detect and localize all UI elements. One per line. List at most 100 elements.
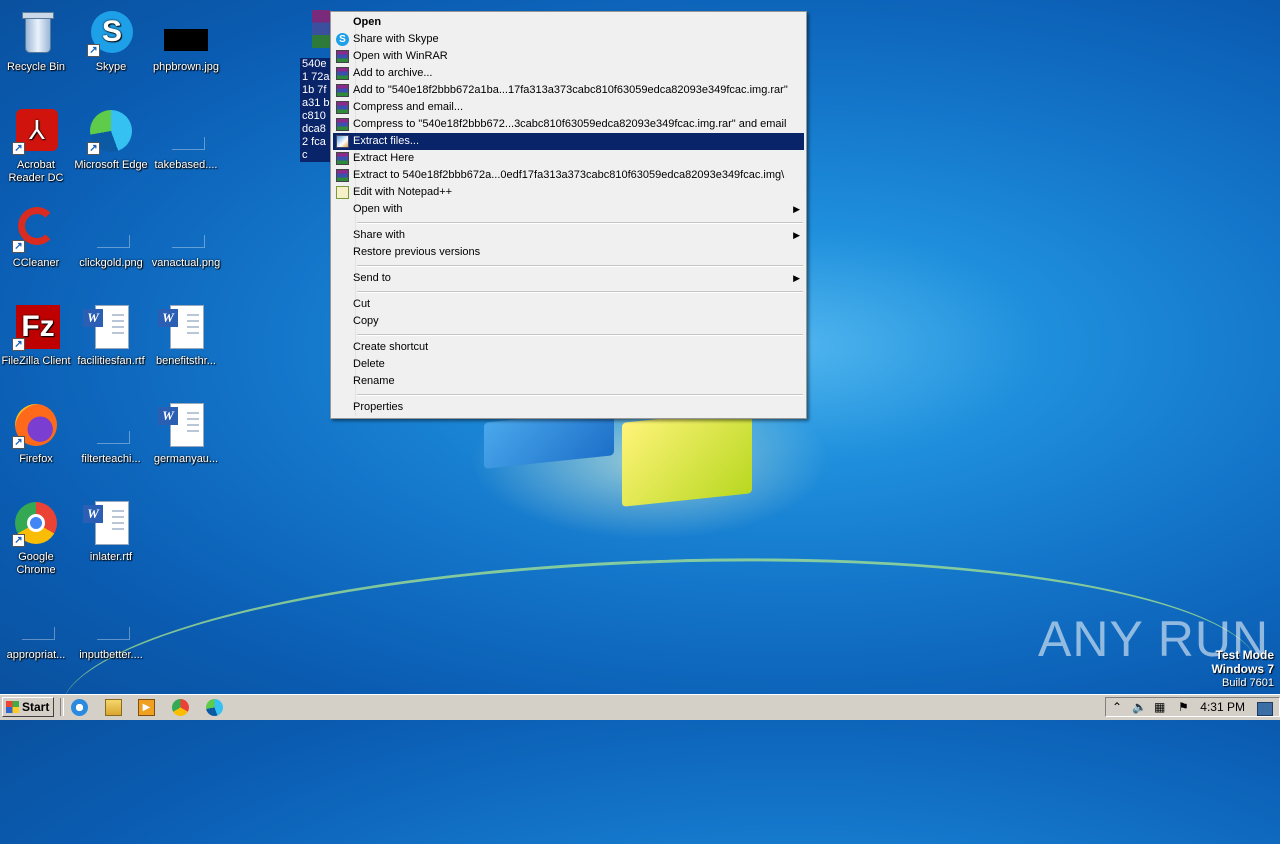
winrar-extract-icon	[336, 135, 349, 148]
desktop-icon-label: phpbrown.jpg	[152, 61, 220, 73]
notepadpp-icon	[336, 186, 349, 199]
selected-rar-file[interactable]: 540e1 72a1b 7fa31 bc810 dca82 fcac	[300, 10, 334, 162]
desktop-icon-acrobat[interactable]: ⅄ ↗ Acrobat Reader DC	[0, 100, 75, 190]
desktop-icon-label: Microsoft Edge	[74, 159, 148, 171]
desktop-icon-file[interactable]: vanactual.png	[147, 198, 225, 288]
action-center-flag-icon[interactable]: ⚑	[1178, 700, 1189, 714]
edge-icon[interactable]	[206, 699, 223, 716]
menu-item-share-with-skype[interactable]: S Share with Skype	[333, 31, 804, 48]
word-document-icon: W	[83, 499, 135, 547]
menu-item-compress-to-and-email[interactable]: Compress to "540e18f2bbb672...3cabc810f6…	[333, 116, 804, 133]
desktop-icon-skype[interactable]: S ↗ Skype	[72, 2, 150, 92]
desktop-icon-file[interactable]: filterteachi...	[72, 394, 150, 484]
chrome-icon: ↗	[12, 499, 60, 547]
desktop-icon-firefox[interactable]: ↗ Firefox	[0, 394, 75, 484]
test-mode-notice: Test Mode Windows 7 Build 7601	[1211, 648, 1274, 690]
menu-item-open[interactable]: Open	[333, 14, 804, 31]
desktop-icon-file[interactable]: inputbetter....	[72, 590, 150, 680]
shortcut-arrow-icon: ↗	[12, 240, 25, 253]
menu-item-label: Open	[353, 16, 382, 28]
desktop-icon-label: CCleaner	[12, 257, 60, 269]
build-line: Build 7601	[1222, 677, 1274, 689]
desktop-icon-filezilla[interactable]: Fz ↗ FileZilla Client	[0, 296, 75, 386]
menu-separator	[357, 265, 803, 267]
submenu-arrow-icon: ▶	[793, 230, 800, 240]
menu-item-extract-here[interactable]: Extract Here	[333, 150, 804, 167]
menu-item-create-shortcut[interactable]: Create shortcut	[333, 339, 804, 356]
menu-item-label: Open with	[353, 203, 403, 215]
menu-item-extract-files[interactable]: Extract files...	[333, 133, 804, 150]
image-thumbnail-icon	[162, 9, 210, 57]
clock[interactable]: 4:31 PM	[1200, 700, 1245, 714]
file-explorer-icon[interactable]	[105, 699, 122, 716]
desktop-icon-rtf[interactable]: W inlater.rtf	[72, 492, 150, 582]
desktop-icon-rtf[interactable]: W germanyau...	[147, 394, 225, 484]
desktop-icon-label: inputbetter....	[79, 649, 143, 661]
chrome-icon[interactable]	[172, 699, 189, 716]
menu-item-edit-with-notepadpp[interactable]: Edit with Notepad++	[333, 184, 804, 201]
quick-launch-divider	[60, 698, 64, 716]
menu-item-restore-previous-versions[interactable]: Restore previous versions	[333, 244, 804, 261]
menu-item-send-to[interactable]: Send to ▶	[333, 270, 804, 287]
menu-item-copy[interactable]: Copy	[333, 313, 804, 330]
menu-item-label: Compress and email...	[353, 101, 464, 113]
desktop-icon-label: clickgold.png	[79, 257, 143, 269]
word-document-icon: W	[158, 303, 210, 351]
recycle-bin-icon	[12, 9, 60, 57]
skype-icon: S ↗	[87, 9, 135, 57]
winrar-icon	[336, 169, 349, 182]
desktop-icon-chrome[interactable]: ↗ Google Chrome	[0, 492, 75, 582]
menu-item-label: Compress to "540e18f2bbb672...3cabc810f6…	[353, 118, 787, 130]
menu-item-share-with[interactable]: Share with ▶	[333, 227, 804, 244]
os-name-line: Windows 7	[1211, 662, 1274, 676]
menu-item-rename[interactable]: Rename	[333, 373, 804, 390]
menu-item-label: Add to "540e18f2bbb672a1ba...17fa313a373…	[353, 84, 788, 96]
desktop-icon-jpg[interactable]: phpbrown.jpg	[147, 2, 225, 92]
menu-item-open-with-winrar[interactable]: Open with WinRAR	[333, 48, 804, 65]
menu-item-compress-and-email[interactable]: Compress and email...	[333, 99, 804, 116]
shortcut-arrow-icon: ↗	[87, 142, 100, 155]
volume-icon[interactable]: 🔈	[1132, 700, 1147, 714]
internet-explorer-icon[interactable]	[71, 699, 88, 716]
desktop-icon-rtf[interactable]: W benefitsthr...	[147, 296, 225, 386]
firefox-icon: ↗	[12, 401, 60, 449]
submenu-arrow-icon: ▶	[793, 273, 800, 283]
desktop-icon-file[interactable]: clickgold.png	[72, 198, 150, 288]
desktop-icon-label: Skype	[95, 61, 127, 73]
show-desktop-icon[interactable]	[1257, 702, 1273, 716]
start-button[interactable]: Start	[2, 697, 54, 717]
show-hidden-icons-icon[interactable]: ⌃	[1112, 700, 1122, 714]
desktop-icon-edge[interactable]: ↗ Microsoft Edge	[72, 100, 150, 190]
desktop-icon-rtf[interactable]: W facilitiesfan.rtf	[72, 296, 150, 386]
file-icon	[87, 401, 135, 449]
winrar-archive-icon	[312, 10, 330, 48]
desktop-icon-file[interactable]: takebased....	[147, 100, 225, 190]
media-player-icon[interactable]: ▶	[138, 699, 155, 716]
ccleaner-icon: ↗	[12, 205, 60, 253]
menu-item-properties[interactable]: Properties	[333, 399, 804, 416]
menu-item-label: Share with Skype	[353, 33, 439, 45]
desktop-icon-label: Google Chrome	[16, 551, 56, 576]
network-icon[interactable]: ▦	[1154, 700, 1165, 714]
winrar-icon	[336, 118, 349, 131]
menu-separator	[357, 222, 803, 224]
desktop-icon-file[interactable]: appropriat...	[0, 590, 75, 680]
menu-item-open-with[interactable]: Open with ▶	[333, 201, 804, 218]
menu-item-label: Extract to 540e18f2bbb672a...0edf17fa313…	[353, 169, 785, 181]
desktop-icon-label: germanyau...	[153, 453, 219, 465]
file-icon	[12, 597, 60, 645]
menu-item-extract-to-folder[interactable]: Extract to 540e18f2bbb672a...0edf17fa313…	[333, 167, 804, 184]
menu-item-label: Add to archive...	[353, 67, 433, 79]
menu-item-delete[interactable]: Delete	[333, 356, 804, 373]
desktop-icon-label: facilitiesfan.rtf	[77, 355, 145, 367]
menu-item-cut[interactable]: Cut	[333, 296, 804, 313]
menu-item-label: Copy	[353, 315, 379, 327]
desktop-icon-ccleaner[interactable]: ↗ CCleaner	[0, 198, 75, 288]
desktop-icon-label: FileZilla Client	[1, 355, 71, 367]
desktop-icon-recycle-bin[interactable]: Recycle Bin	[0, 2, 75, 92]
menu-item-label: Send to	[353, 272, 391, 284]
winrar-icon	[336, 101, 349, 114]
menu-item-add-to-named-rar[interactable]: Add to "540e18f2bbb672a1ba...17fa313a373…	[333, 82, 804, 99]
desktop-icon-label: appropriat...	[6, 649, 66, 661]
menu-item-add-to-archive[interactable]: Add to archive...	[333, 65, 804, 82]
